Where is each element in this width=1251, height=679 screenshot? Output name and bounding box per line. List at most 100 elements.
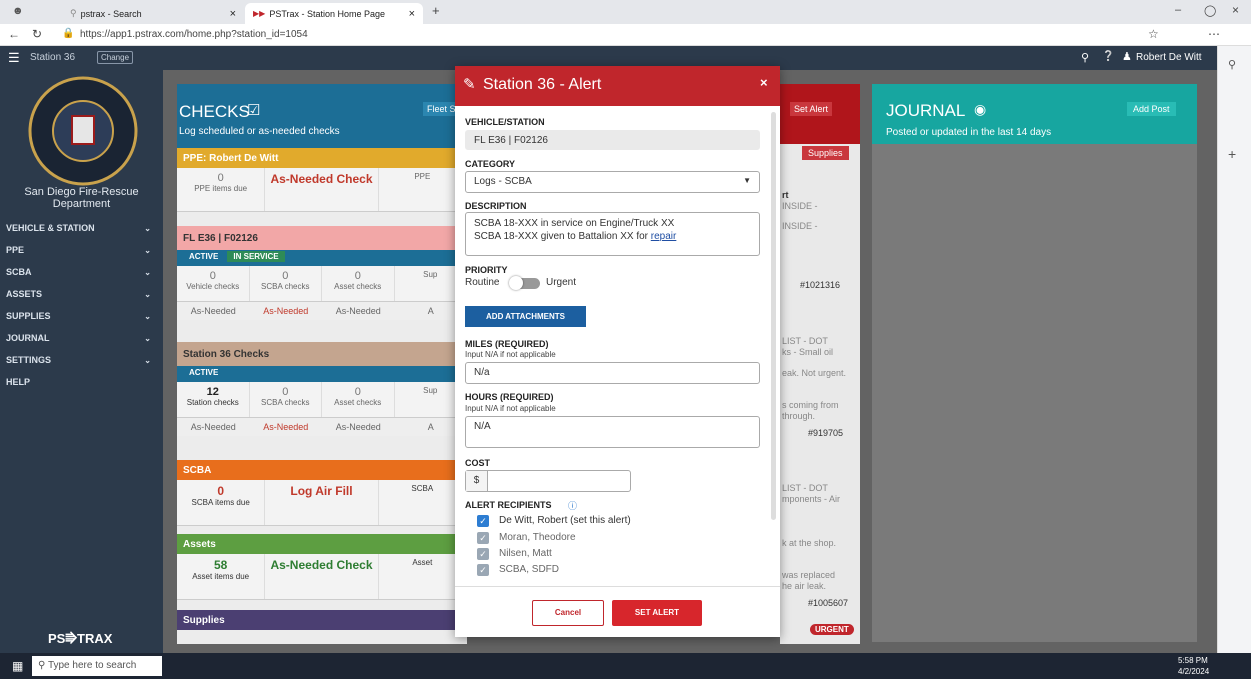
alert-modal: ✎ Station 36 - Alert × VEHICLE/STATION F… <box>455 66 780 637</box>
minimize-icon[interactable]: – <box>1175 4 1181 16</box>
profile-icon[interactable]: ☻ <box>12 5 24 17</box>
log-air-fill-button[interactable]: Log Air Fill <box>265 480 379 525</box>
tab-supplies[interactable]: Supplies <box>802 146 849 160</box>
search-icon: ⚲ <box>38 660 46 671</box>
asset-checks-cell[interactable]: 0 Asset checks <box>322 382 395 417</box>
clock-time: 5:58 PM <box>1178 656 1208 665</box>
pencil-icon: ✎ <box>463 76 476 93</box>
browser-tab-search[interactable]: ⚲ pstrax - Search × <box>62 3 244 24</box>
journal-subtitle: Posted or updated in the last 14 days <box>886 127 1052 138</box>
description-textarea[interactable]: SCBA 18-XXX in service on Engine/Truck X… <box>465 212 760 256</box>
search-icon[interactable]: ⚲ <box>1228 58 1236 71</box>
modal-footer-divider <box>455 586 780 587</box>
pstrax-logo: PS⭆TRAX <box>48 631 113 646</box>
as-needed-link[interactable]: As-Needed <box>250 418 323 436</box>
back-icon[interactable]: ← <box>8 27 20 41</box>
set-alert-button[interactable]: Set Alert <box>790 102 833 116</box>
chevron-down-icon: ⌄ <box>144 311 151 321</box>
cost-label: COST <box>465 458 491 468</box>
station-checks-cell[interactable]: 12 Station checks <box>177 382 250 417</box>
recipient-checkbox[interactable]: ✓ <box>477 515 489 527</box>
close-tab-icon[interactable]: × <box>409 8 415 20</box>
asset-due-cell[interactable]: 58 Asset items due <box>177 554 266 599</box>
cancel-button[interactable]: Cancel <box>532 600 604 626</box>
miles-input[interactable]: N/a <box>465 362 760 384</box>
spellcheck-word: repair <box>650 231 677 242</box>
as-needed-link[interactable]: As-Needed <box>177 302 250 320</box>
chevron-down-icon: ⌄ <box>144 267 151 277</box>
status-badge: IN SERVICE <box>227 251 285 262</box>
priority-toggle[interactable] <box>509 276 540 290</box>
info-icon[interactable]: ⓘ <box>568 499 577 512</box>
recipient-checkbox[interactable]: ✓ <box>477 548 489 560</box>
as-needed-link[interactable]: As-Needed <box>177 418 250 436</box>
new-tab-icon[interactable]: + <box>432 3 440 18</box>
close-tab-icon[interactable]: × <box>230 8 236 20</box>
taskbar-search-input[interactable]: ⚲ Type here to search <box>32 656 162 676</box>
sidebar-item-supplies[interactable]: SUPPLIES ⌄ <box>0 305 163 327</box>
section-title: PPE: Robert De Witt <box>177 148 467 168</box>
station-section: Station 36 Checks ACTIVE 12 Station check… <box>177 342 467 436</box>
category-select[interactable]: Logs - SCBA ▼ <box>465 171 760 193</box>
as-needed-check-button[interactable]: As-Needed Check <box>265 168 379 211</box>
recipient-checkbox[interactable]: ✓ <box>477 564 489 576</box>
hours-hint: Input N/A if not applicable <box>465 404 556 413</box>
user-menu[interactable]: Robert De Witt <box>1136 52 1202 63</box>
scba-due-cell[interactable]: 0 SCBA items due <box>177 480 266 525</box>
journal-panel: JOURNAL ◉ Posted or updated in the last … <box>872 84 1197 642</box>
tab-title: pstrax - Search <box>80 8 142 19</box>
lock-icon: 🔒 <box>62 28 75 39</box>
add-icon[interactable]: + <box>1228 146 1236 162</box>
restore-icon[interactable]: ◯ <box>1204 4 1216 17</box>
scba-checks-cell[interactable]: 0 SCBA checks <box>250 266 322 301</box>
refresh-icon[interactable]: ↻ <box>32 27 42 41</box>
sidebar-item-scba[interactable]: SCBA ⌄ <box>0 261 163 283</box>
scba-checks-cell[interactable]: 0 SCBA checks <box>250 382 322 417</box>
chevron-down-icon: ▼ <box>743 176 751 185</box>
alerts-panel: Set Alert Supplies rt INSIDE - INSIDE - … <box>780 84 860 644</box>
change-station-button[interactable]: Change <box>97 51 134 64</box>
description-line: SCBA 18-XXX in service on Engine/Truck X… <box>474 218 675 229</box>
add-post-button[interactable]: Add Post <box>1127 102 1176 116</box>
favorites-icon[interactable]: ☆ <box>1148 27 1159 41</box>
add-attachments-button[interactable]: ADD ATTACHMENTS <box>465 306 586 327</box>
sidebar-item-label: ASSETS <box>6 289 43 299</box>
as-needed-link[interactable]: As-Needed <box>250 302 323 320</box>
sidebar-item-label: JOURNAL <box>6 333 50 343</box>
browser-tab-pstrax[interactable]: ▶▶ PSTrax - Station Home Page × <box>245 3 423 24</box>
asset-checks-cell[interactable]: 0 Asset checks <box>322 266 395 301</box>
ppe-due-cell[interactable]: 0 PPE items due <box>177 168 266 211</box>
checks-title: CHECKS <box>179 102 250 121</box>
sidebar-item-label: SUPPLIES <box>6 311 51 321</box>
vehicle-section: FL E36 | F02126 ACTIVE IN SERVICE 0 Vehic… <box>177 226 467 320</box>
sidebar-item-ppe[interactable]: PPE ⌄ <box>0 239 163 261</box>
sidebar-item-journal[interactable]: JOURNAL ⌄ <box>0 327 163 349</box>
close-icon[interactable]: × <box>760 75 768 90</box>
vehicle-checks-cell[interactable]: 0 Vehicle checks <box>177 266 250 301</box>
set-alert-submit-button[interactable]: SET ALERT <box>612 600 702 626</box>
modal-scrollbar[interactable] <box>771 112 776 520</box>
windows-taskbar: ▦ ⚲ Type here to search 5:58 PM 4/2/2024 <box>0 653 1251 679</box>
vehicle-label: VEHICLE/STATION <box>465 117 545 127</box>
close-window-icon[interactable]: × <box>1232 3 1239 17</box>
recipient-checkbox[interactable]: ✓ <box>477 532 489 544</box>
as-needed-check-button[interactable]: As-Needed Check <box>265 554 379 599</box>
help-icon[interactable]: ❔ <box>1102 51 1114 62</box>
cost-input[interactable]: $ <box>465 470 631 492</box>
vehicle-field: FL E36 | F02126 <box>465 130 760 150</box>
search-icon[interactable]: ⚲ <box>1081 51 1089 64</box>
more-icon[interactable]: ⋯ <box>1208 27 1220 41</box>
as-needed-link[interactable]: As-Needed <box>322 418 395 436</box>
url-input[interactable]: https://app1.pstrax.com/home.php?station… <box>80 29 308 40</box>
hours-input[interactable]: N/A <box>465 416 760 448</box>
sidebar-item-vehicle-station[interactable]: VEHICLE & STATION ⌄ <box>0 217 163 239</box>
section-title: Assets <box>177 534 467 554</box>
sidebar-item-label: SCBA <box>6 267 32 277</box>
sidebar-item-settings[interactable]: SETTINGS ⌄ <box>0 349 163 371</box>
menu-icon[interactable]: ☰ <box>8 50 20 66</box>
as-needed-link[interactable]: As-Needed <box>322 302 395 320</box>
sidebar-item-help[interactable]: HELP <box>0 371 163 393</box>
taskbar-search-placeholder: Type here to search <box>47 660 137 671</box>
windows-start-icon[interactable]: ▦ <box>12 659 23 673</box>
sidebar-item-assets[interactable]: ASSETS ⌄ <box>0 283 163 305</box>
